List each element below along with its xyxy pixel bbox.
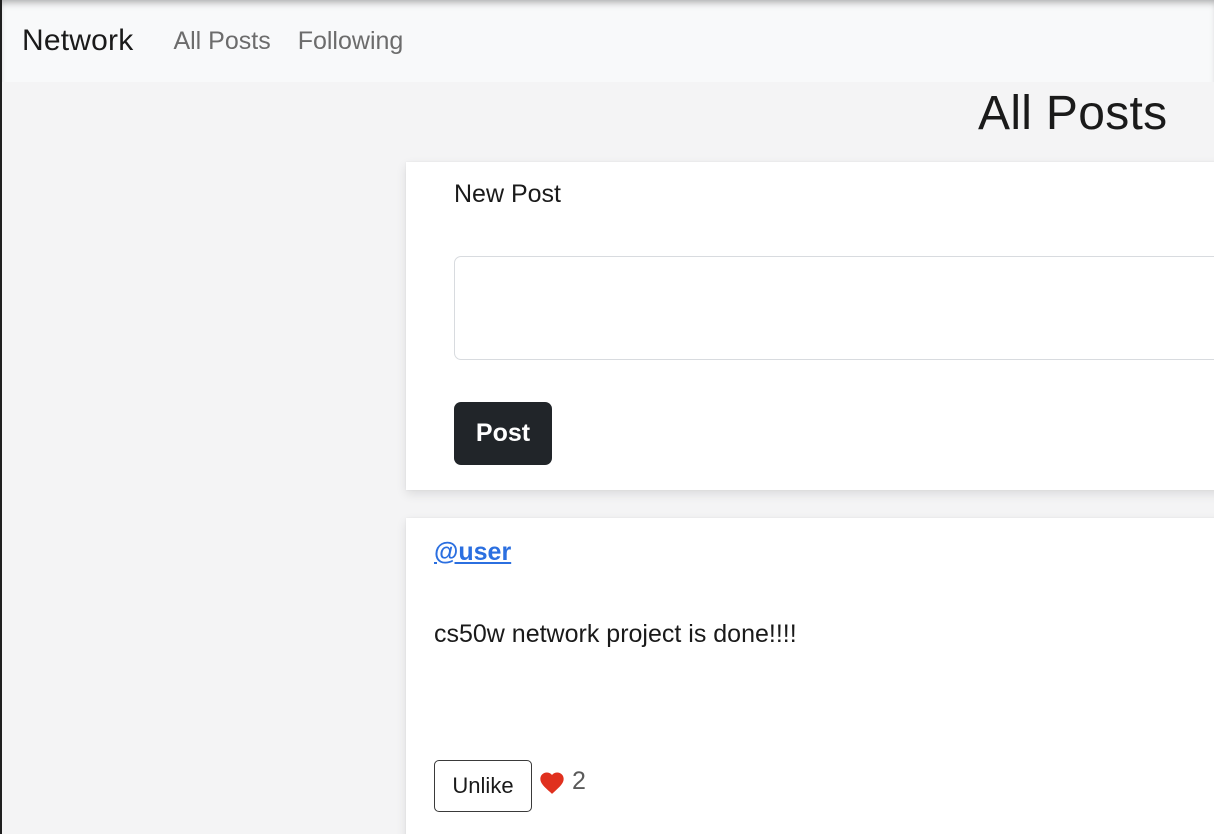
brand-link[interactable]: Network: [22, 24, 133, 58]
post-username-link[interactable]: @user: [434, 538, 511, 567]
page-title: All Posts: [978, 87, 1168, 140]
new-post-card: New Post Post: [406, 162, 1214, 490]
post-button[interactable]: Post: [454, 402, 552, 465]
new-post-textarea[interactable]: [454, 256, 1214, 360]
navbar: Network All Posts Following: [2, 0, 1214, 82]
like-row: Unlike 2: [434, 760, 586, 812]
heart-icon: [540, 772, 564, 794]
nav-link-all-posts[interactable]: All Posts: [173, 27, 270, 56]
post-card: @user cs50w network project is done!!!! …: [406, 518, 1214, 834]
post-content: cs50w network project is done!!!!: [434, 620, 797, 648]
new-post-label: New Post: [454, 180, 561, 208]
nav-link-following[interactable]: Following: [298, 27, 404, 56]
app-frame: Network All Posts Following All Posts Ne…: [0, 0, 1214, 834]
unlike-button[interactable]: Unlike: [434, 760, 532, 812]
like-count: 2: [572, 766, 586, 795]
